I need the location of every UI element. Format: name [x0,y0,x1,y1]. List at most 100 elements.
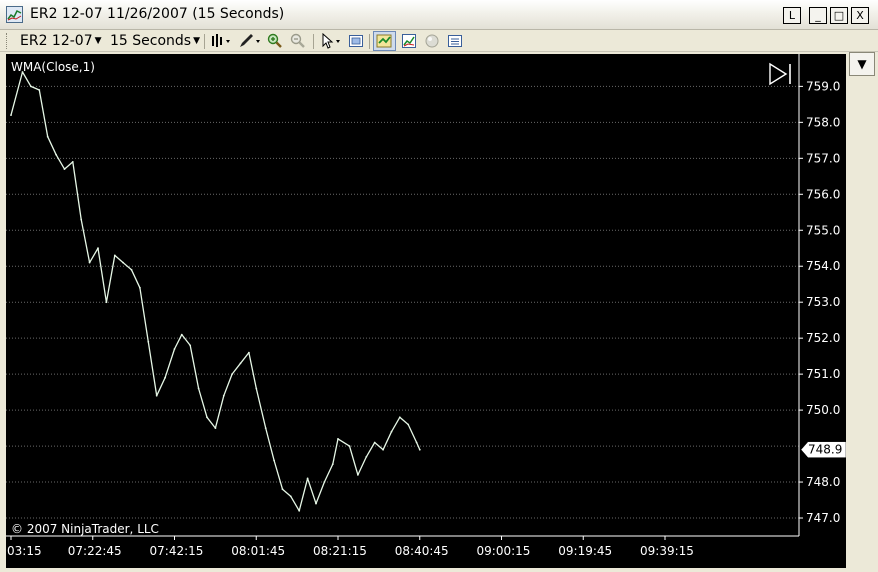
price-point [315,502,317,505]
time-tick-label: 08:01:45 [231,544,285,558]
price-line [10,71,421,512]
maximize-button[interactable]: □ [830,7,848,24]
price-axis-ticks: 759.0 758.0 757.0 756.0 755.0 754.0 753.0 752.0… [799,79,840,525]
price-point [206,416,208,419]
price-point [273,459,275,462]
price-point [323,481,326,483]
time-tick-label: 07:42:15 [150,544,204,558]
price-point [281,488,284,491]
price-point [55,153,57,156]
time-tick-label: 03:15 [7,544,42,558]
price-tick-label: 757.0 [806,151,840,165]
price-point [139,286,141,289]
drawing-pencil-icon[interactable] [237,33,263,49]
last-price-marker: 748.9 [800,441,847,458]
price-point [390,430,393,433]
price-point [46,135,49,138]
price-point [407,423,410,426]
time-tick-label: 09:00:15 [477,544,531,558]
price-point [214,427,217,429]
price-point [398,416,401,419]
price-point [30,85,32,88]
zoom-in-icon[interactable] [267,33,283,49]
price-tick-label: 754.0 [806,259,840,273]
properties-icon[interactable] [348,33,364,49]
price-tick-label: 759.0 [806,79,840,93]
price-point [38,89,41,91]
price-chart-svg[interactable]: 759.0 758.0 757.0 756.0 755.0 754.0 753.0 752.0… [6,54,847,568]
price-point [415,441,418,444]
strategy-button-active[interactable] [373,31,396,51]
price-point [348,445,351,447]
toolbar-separator [313,34,314,49]
close-button[interactable]: X [851,7,869,24]
zoom-out-icon[interactable] [290,33,306,49]
price-point [373,441,376,444]
price-point [180,333,183,336]
price-point [331,463,334,465]
price-tick-label: 751.0 [806,367,840,381]
price-tick-label: 756.0 [806,187,840,201]
instrument-selector[interactable]: ER2 12-07 ▼ [20,32,102,50]
interval-selector[interactable]: 15 Seconds ▼ [110,32,200,50]
price-tick-label: 747.0 [806,511,840,525]
copyright-text: © 2007 NinjaTrader, LLC [11,522,159,536]
chart-toolbar: ER2 12-07 ▼ 15 Seconds ▼ [0,30,878,52]
price-point [306,477,309,480]
price-point [155,394,158,397]
time-tick-label: 09:19:45 [558,544,612,558]
price-point [147,340,150,343]
window-title: ER2 12-07 11/26/2007 (15 Seconds) [30,6,285,22]
cursor-arrow-icon[interactable] [318,32,344,49]
price-point [337,438,339,440]
price-series [10,71,421,512]
title-bar[interactable]: ER2 12-07 11/26/2007 (15 Seconds) L _ □ … [0,0,878,30]
price-point [289,495,292,498]
indicator-icon[interactable] [401,33,417,49]
price-point [264,427,267,429]
price-point [189,344,192,347]
time-tick-label: 08:40:45 [395,544,449,558]
price-tick-label: 755.0 [806,223,840,237]
instrument-label: ER2 12-07 [20,33,93,49]
data-box-icon[interactable] [447,33,463,49]
time-tick-label: 09:39:15 [640,544,694,558]
price-tick-label: 753.0 [806,295,840,309]
sphere-icon[interactable] [424,33,440,49]
minimize-button[interactable]: _ [809,7,827,24]
time-tick-label: 07:22:45 [68,544,122,558]
price-point [88,261,91,264]
price-point [105,301,108,304]
chart-options-dropdown[interactable]: ▼ [849,52,875,76]
price-point [10,114,12,116]
toolbar-separator [204,34,205,49]
chart-window: ER2 12-07 11/26/2007 (15 Seconds) L _ □ … [0,0,878,571]
price-point [418,448,421,451]
chart-app-icon [6,6,23,23]
time-tick-label: 08:21:15 [313,544,367,558]
bar-style-icon[interactable] [209,33,233,49]
price-point [222,394,225,397]
indicator-label: WMA(Close,1) [11,60,95,74]
price-point [231,373,234,375]
toolbar-grip[interactable] [6,33,9,49]
price-point [298,509,301,512]
price-tick-label: 752.0 [806,331,840,345]
price-point [130,268,133,271]
price-point [255,387,258,390]
price-point [197,387,200,390]
price-point [365,456,368,458]
price-point [382,448,384,451]
price-chart[interactable]: 759.0 758.0 757.0 756.0 755.0 754.0 753.0 752.0… [6,54,847,568]
link-button[interactable]: L [783,7,801,24]
price-point [97,247,99,250]
price-point [173,348,176,350]
price-point [357,474,359,476]
grid-layer [6,85,799,519]
last-price-label: 748.9 [808,443,842,457]
price-point [63,168,66,170]
interval-label: 15 Seconds [110,33,192,49]
price-point [80,218,83,221]
time-axis-ticks: 03:15 07:22:45 07:42:15 08:01:45 08:21:15 08:… [7,536,694,558]
scroll-to-end-icon[interactable] [769,62,791,86]
